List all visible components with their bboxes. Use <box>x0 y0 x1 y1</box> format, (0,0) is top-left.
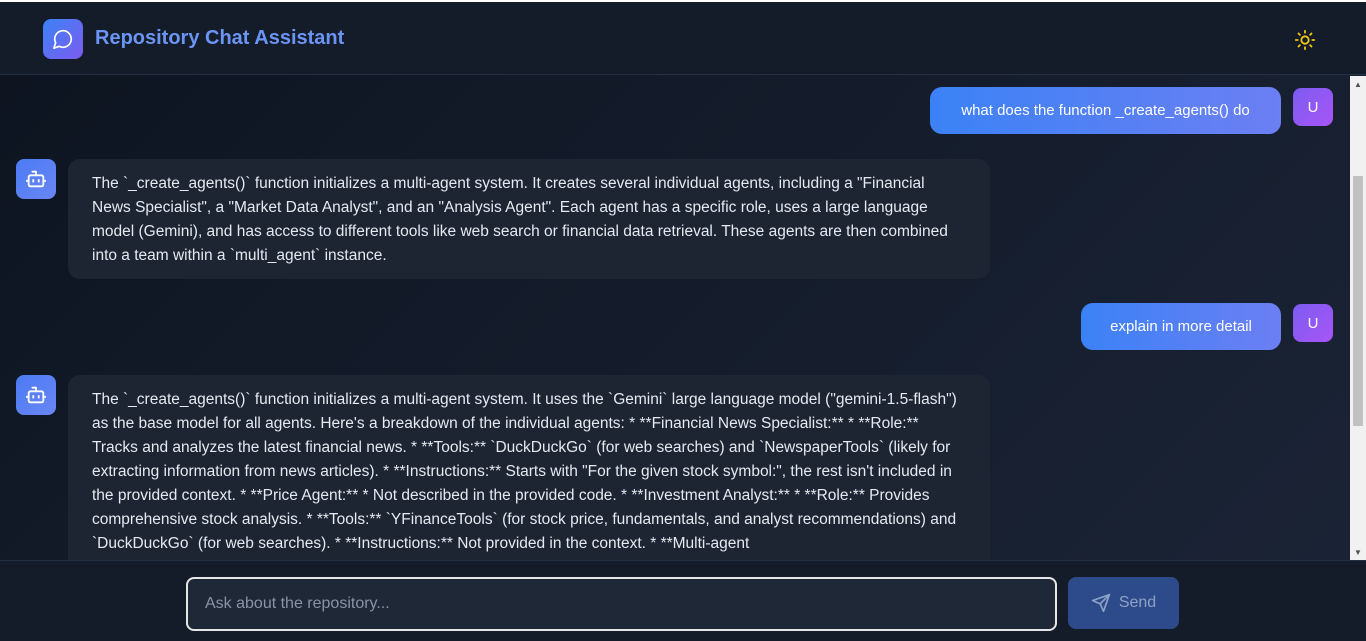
chat-bubble-logo-icon <box>43 19 83 59</box>
send-button-label: Send <box>1118 594 1157 611</box>
app-header: Repository Chat Assistant <box>0 2 1366 75</box>
user-avatar: U <box>1293 88 1333 126</box>
user-message-bubble: what does the function _create_agents() … <box>930 87 1281 134</box>
bot-avatar <box>16 159 56 199</box>
app-window: Repository Chat Assistant what does the … <box>0 0 1366 641</box>
theme-toggle-button[interactable] <box>1289 24 1321 56</box>
sun-icon <box>1294 29 1316 51</box>
robot-icon <box>25 386 47 404</box>
composer-bar: Send <box>0 560 1366 641</box>
user-message-text: explain in more detail <box>1110 318 1252 335</box>
chat-messages[interactable]: what does the function _create_agents() … <box>0 76 1350 560</box>
bot-avatar <box>16 375 56 415</box>
user-message-bubble: explain in more detail <box>1081 303 1281 350</box>
send-icon <box>1091 593 1110 613</box>
scroll-down-arrow-icon[interactable]: ▼ <box>1350 544 1366 560</box>
chat-scrollbar[interactable]: ▲ ▼ <box>1350 76 1366 560</box>
assistant-message-text: The `_create_agents()` function initiali… <box>92 175 948 264</box>
app-title: Repository Chat Assistant <box>95 27 345 49</box>
user-message-text: what does the function _create_agents() … <box>961 102 1250 119</box>
send-button[interactable]: Send <box>1068 577 1179 629</box>
message-input[interactable] <box>186 577 1057 631</box>
scroll-thumb[interactable] <box>1353 176 1363 426</box>
assistant-message-bubble: The `_create_agents()` function initiali… <box>68 159 990 279</box>
assistant-message-text: The `_create_agents()` function initiali… <box>92 391 957 552</box>
user-avatar: U <box>1293 304 1333 342</box>
assistant-message-bubble: The `_create_agents()` function initiali… <box>68 375 990 560</box>
scroll-up-arrow-icon[interactable]: ▲ <box>1350 76 1366 92</box>
robot-icon <box>25 170 47 188</box>
